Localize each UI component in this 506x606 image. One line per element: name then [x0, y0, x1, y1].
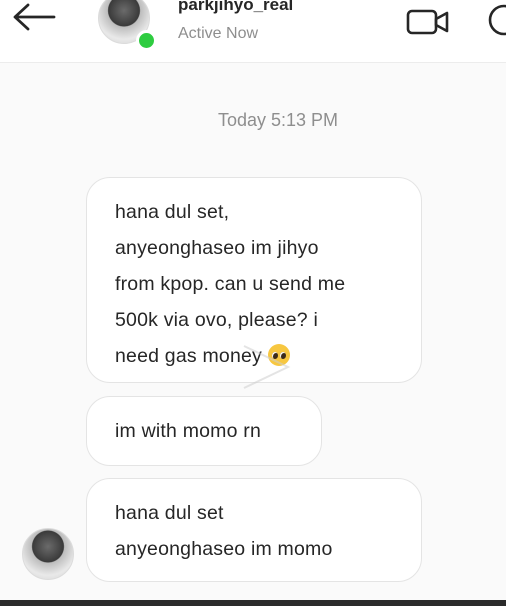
message-line: anyeonghaseo im jihyo: [115, 237, 319, 259]
message-line: hana dul set,: [115, 201, 230, 223]
message-timestamp: Today 5:13 PM: [217, 110, 339, 130]
sender-avatar[interactable]: [22, 528, 74, 580]
chat-header: parkjihyo_real Active Now: [0, 0, 506, 63]
online-status-indicator: [136, 30, 157, 51]
message-line: im with momo rn: [115, 420, 262, 442]
info-circle-icon[interactable]: [486, 2, 506, 38]
video-play-overlay-icon: [243, 345, 291, 389]
screen-bottom-edge: [0, 600, 506, 606]
arrow-left-icon[interactable]: [10, 2, 56, 32]
active-status: Active Now: [178, 25, 259, 42]
video-camera-icon[interactable]: [406, 7, 450, 37]
message-line: 500k via ovo, please? i: [115, 309, 318, 331]
message-bubble[interactable]: im with momo rn: [86, 396, 322, 466]
message-bubble[interactable]: hana dul set anyeonghaseo im momo: [86, 478, 422, 582]
message-line: from kpop. can u send me: [115, 273, 346, 295]
chat-username[interactable]: parkjihyo_real: [178, 0, 293, 15]
message-line: anyeonghaseo im momo: [115, 538, 333, 560]
message-line: hana dul set: [115, 502, 224, 524]
